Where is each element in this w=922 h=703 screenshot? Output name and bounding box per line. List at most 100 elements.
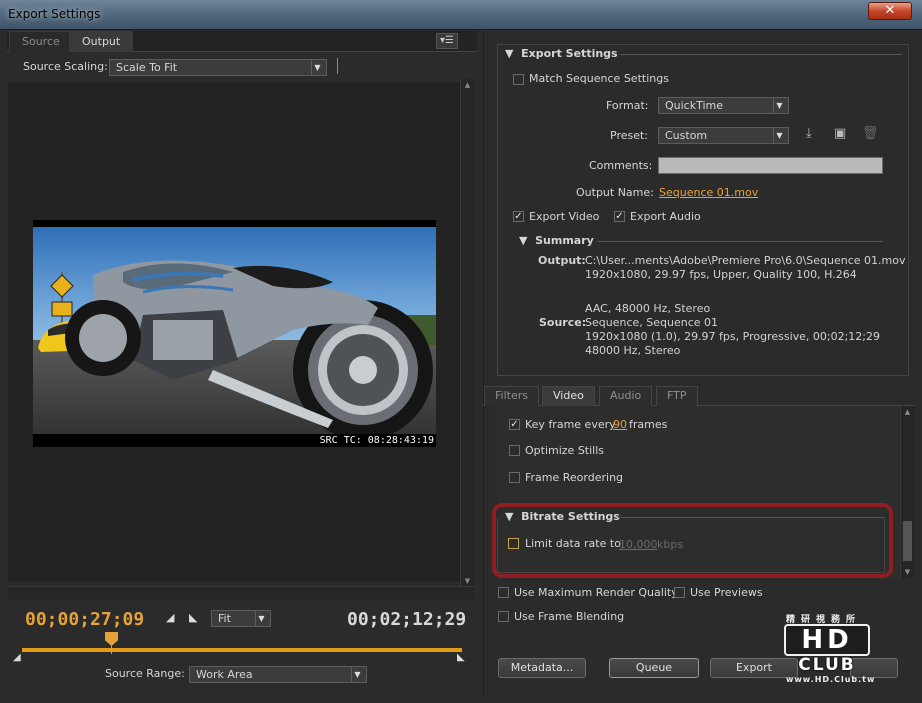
- key-frame-checkbox[interactable]: ✓: [509, 419, 520, 430]
- summary-output-block: C:\User...ments\Adobe\Premiere Pro\6.0\S…: [585, 254, 905, 316]
- title-bar: Export Settings ✕: [0, 0, 922, 30]
- divider: [597, 241, 883, 242]
- max-render-quality-checkbox[interactable]: [498, 587, 509, 598]
- optimize-stills-checkbox[interactable]: [509, 445, 520, 456]
- preset-value: Custom: [665, 129, 708, 142]
- source-range-dropdown[interactable]: Work Area ▼: [189, 666, 367, 683]
- summary-output-line: AAC, 48000 Hz, Stereo: [585, 302, 711, 315]
- format-label: Format:: [606, 99, 649, 112]
- output-name-label: Output Name:: [576, 186, 654, 199]
- optimize-stills-label: Optimize Stills: [525, 444, 605, 457]
- video-preview: SRC TC: 08:28:43:19: [33, 220, 436, 447]
- summary-output-line: 1920x1080, 29.97 fps, Upper, Quality 100…: [585, 268, 857, 281]
- work-area-bar[interactable]: [22, 648, 462, 652]
- chevron-down-icon: ▼: [255, 611, 267, 626]
- panel-menu-button[interactable]: ▾☰: [436, 33, 458, 49]
- summary-output-label: Output:: [538, 254, 586, 267]
- comments-field[interactable]: [658, 157, 883, 174]
- frame-reordering-checkbox[interactable]: [509, 472, 520, 483]
- export-settings-title: Export Settings: [521, 47, 618, 60]
- bitrate-highlight: [492, 503, 893, 578]
- summary-source-line: Sequence, Sequence 01: [585, 316, 719, 329]
- zoom-value: Fit: [218, 612, 231, 625]
- source-scaling-dropdown[interactable]: Scale To Fit ▼: [109, 59, 327, 76]
- divider: [620, 54, 902, 55]
- zoom-dropdown[interactable]: Fit ▼: [211, 610, 271, 627]
- current-timecode[interactable]: 00;00;27;09: [25, 609, 144, 630]
- save-preset-icon[interactable]: ⤓: [806, 126, 812, 141]
- source-range-label: Source Range:: [105, 667, 185, 680]
- preset-label: Preset:: [610, 129, 649, 142]
- close-button[interactable]: ✕: [868, 2, 912, 20]
- summary-header[interactable]: ▼ Summary: [519, 234, 594, 247]
- chevron-down-icon: ▼: [773, 128, 785, 143]
- tab-source[interactable]: Source: [9, 31, 73, 52]
- max-render-quality-label: Use Maximum Render Quality: [514, 586, 678, 599]
- summary-source-line: 1920x1080 (1.0), 29.97 fps, Progressive,…: [585, 330, 881, 343]
- format-value: QuickTime: [665, 99, 724, 112]
- motorcycle-image: [33, 220, 436, 447]
- export-audio-checkbox[interactable]: ✓: [614, 211, 625, 222]
- import-preset-icon[interactable]: ▣: [834, 126, 846, 141]
- tab-video[interactable]: Video: [542, 386, 595, 406]
- source-range-value: Work Area: [196, 668, 253, 681]
- chevron-down-icon: ▼: [351, 667, 363, 682]
- export-video-checkbox[interactable]: ✓: [513, 211, 524, 222]
- preview-vertical-scrollbar[interactable]: ▲ ▼: [460, 79, 474, 587]
- video-settings-scrollbar[interactable]: ▲ ▼: [900, 406, 914, 578]
- summary-source-label: Source:: [539, 316, 587, 329]
- chevron-down-icon: ▼: [773, 98, 785, 113]
- close-icon: ✕: [884, 3, 896, 18]
- match-sequence-checkbox[interactable]: [513, 74, 524, 85]
- frame-blending-checkbox[interactable]: [498, 611, 509, 622]
- preview-horizontal-scrollbar[interactable]: [8, 586, 474, 600]
- use-previews-label: Use Previews: [690, 586, 763, 599]
- window-title: Export Settings: [8, 7, 101, 21]
- watermark-url: www.HD.Club.tw: [786, 675, 876, 684]
- metadata-button[interactable]: Metadata...: [498, 658, 586, 678]
- source-scaling-label: Source Scaling:: [23, 60, 108, 73]
- mark-in-icon[interactable]: ◢: [166, 611, 174, 624]
- summary-output-line: [585, 282, 905, 296]
- scroll-down-icon[interactable]: ▼: [901, 566, 914, 578]
- tab-output[interactable]: Output: [69, 31, 134, 52]
- format-dropdown[interactable]: QuickTime ▼: [658, 97, 789, 114]
- key-frame-value[interactable]: 90: [613, 418, 627, 431]
- panel-menu-icon: ▾☰: [440, 35, 454, 46]
- scroll-up-icon[interactable]: ▲: [901, 406, 914, 418]
- left-tabstrip: Source Output: [7, 31, 477, 52]
- summary-source-line: 48000 Hz, Stereo: [585, 344, 681, 357]
- playhead-line: [111, 646, 112, 654]
- watermark-club: CLUB: [798, 655, 856, 675]
- frame-reordering-label: Frame Reordering: [525, 471, 624, 484]
- hdclub-watermark: 精研視務所 HD CLUB www.HD.Club.tw: [782, 612, 874, 690]
- key-frame-unit: frames: [629, 418, 668, 431]
- chevron-down-icon: ▼: [311, 60, 323, 75]
- summary-title: Summary: [535, 234, 594, 247]
- summary-source-block: Sequence, Sequence 01 1920x1080 (1.0), 2…: [585, 316, 880, 358]
- divider: [337, 58, 338, 74]
- scroll-thumb[interactable]: [903, 521, 912, 561]
- use-previews-checkbox[interactable]: [674, 587, 685, 598]
- delete-preset-icon[interactable]: 🗑: [862, 126, 879, 141]
- preset-dropdown[interactable]: Custom ▼: [658, 127, 789, 144]
- export-settings-header[interactable]: ▼ Export Settings: [505, 47, 618, 60]
- scroll-up-icon[interactable]: ▲: [461, 79, 474, 91]
- comments-label: Comments:: [589, 159, 653, 172]
- tab-audio[interactable]: Audio: [599, 386, 653, 406]
- match-sequence-label: Match Sequence Settings: [529, 72, 669, 85]
- src-timecode: SRC TC: 08:28:43:19: [319, 435, 434, 446]
- output-name-link[interactable]: Sequence 01.mov: [659, 186, 758, 199]
- frame-blending-label: Use Frame Blending: [514, 610, 625, 623]
- duration-timecode: 00;02;12;29: [347, 609, 467, 630]
- range-start-handle[interactable]: ◢: [13, 652, 21, 663]
- mark-out-icon[interactable]: ◣: [189, 611, 197, 624]
- watermark-logo: HD: [784, 624, 870, 656]
- key-frame-label: Key frame every: [525, 418, 616, 431]
- export-video-label: Export Video: [529, 210, 600, 223]
- tab-ftp[interactable]: FTP: [656, 386, 698, 406]
- queue-button[interactable]: Queue: [609, 658, 699, 678]
- source-scaling-value: Scale To Fit: [116, 61, 178, 74]
- tab-filters[interactable]: Filters: [484, 386, 539, 406]
- range-end-handle[interactable]: ◣: [457, 652, 465, 663]
